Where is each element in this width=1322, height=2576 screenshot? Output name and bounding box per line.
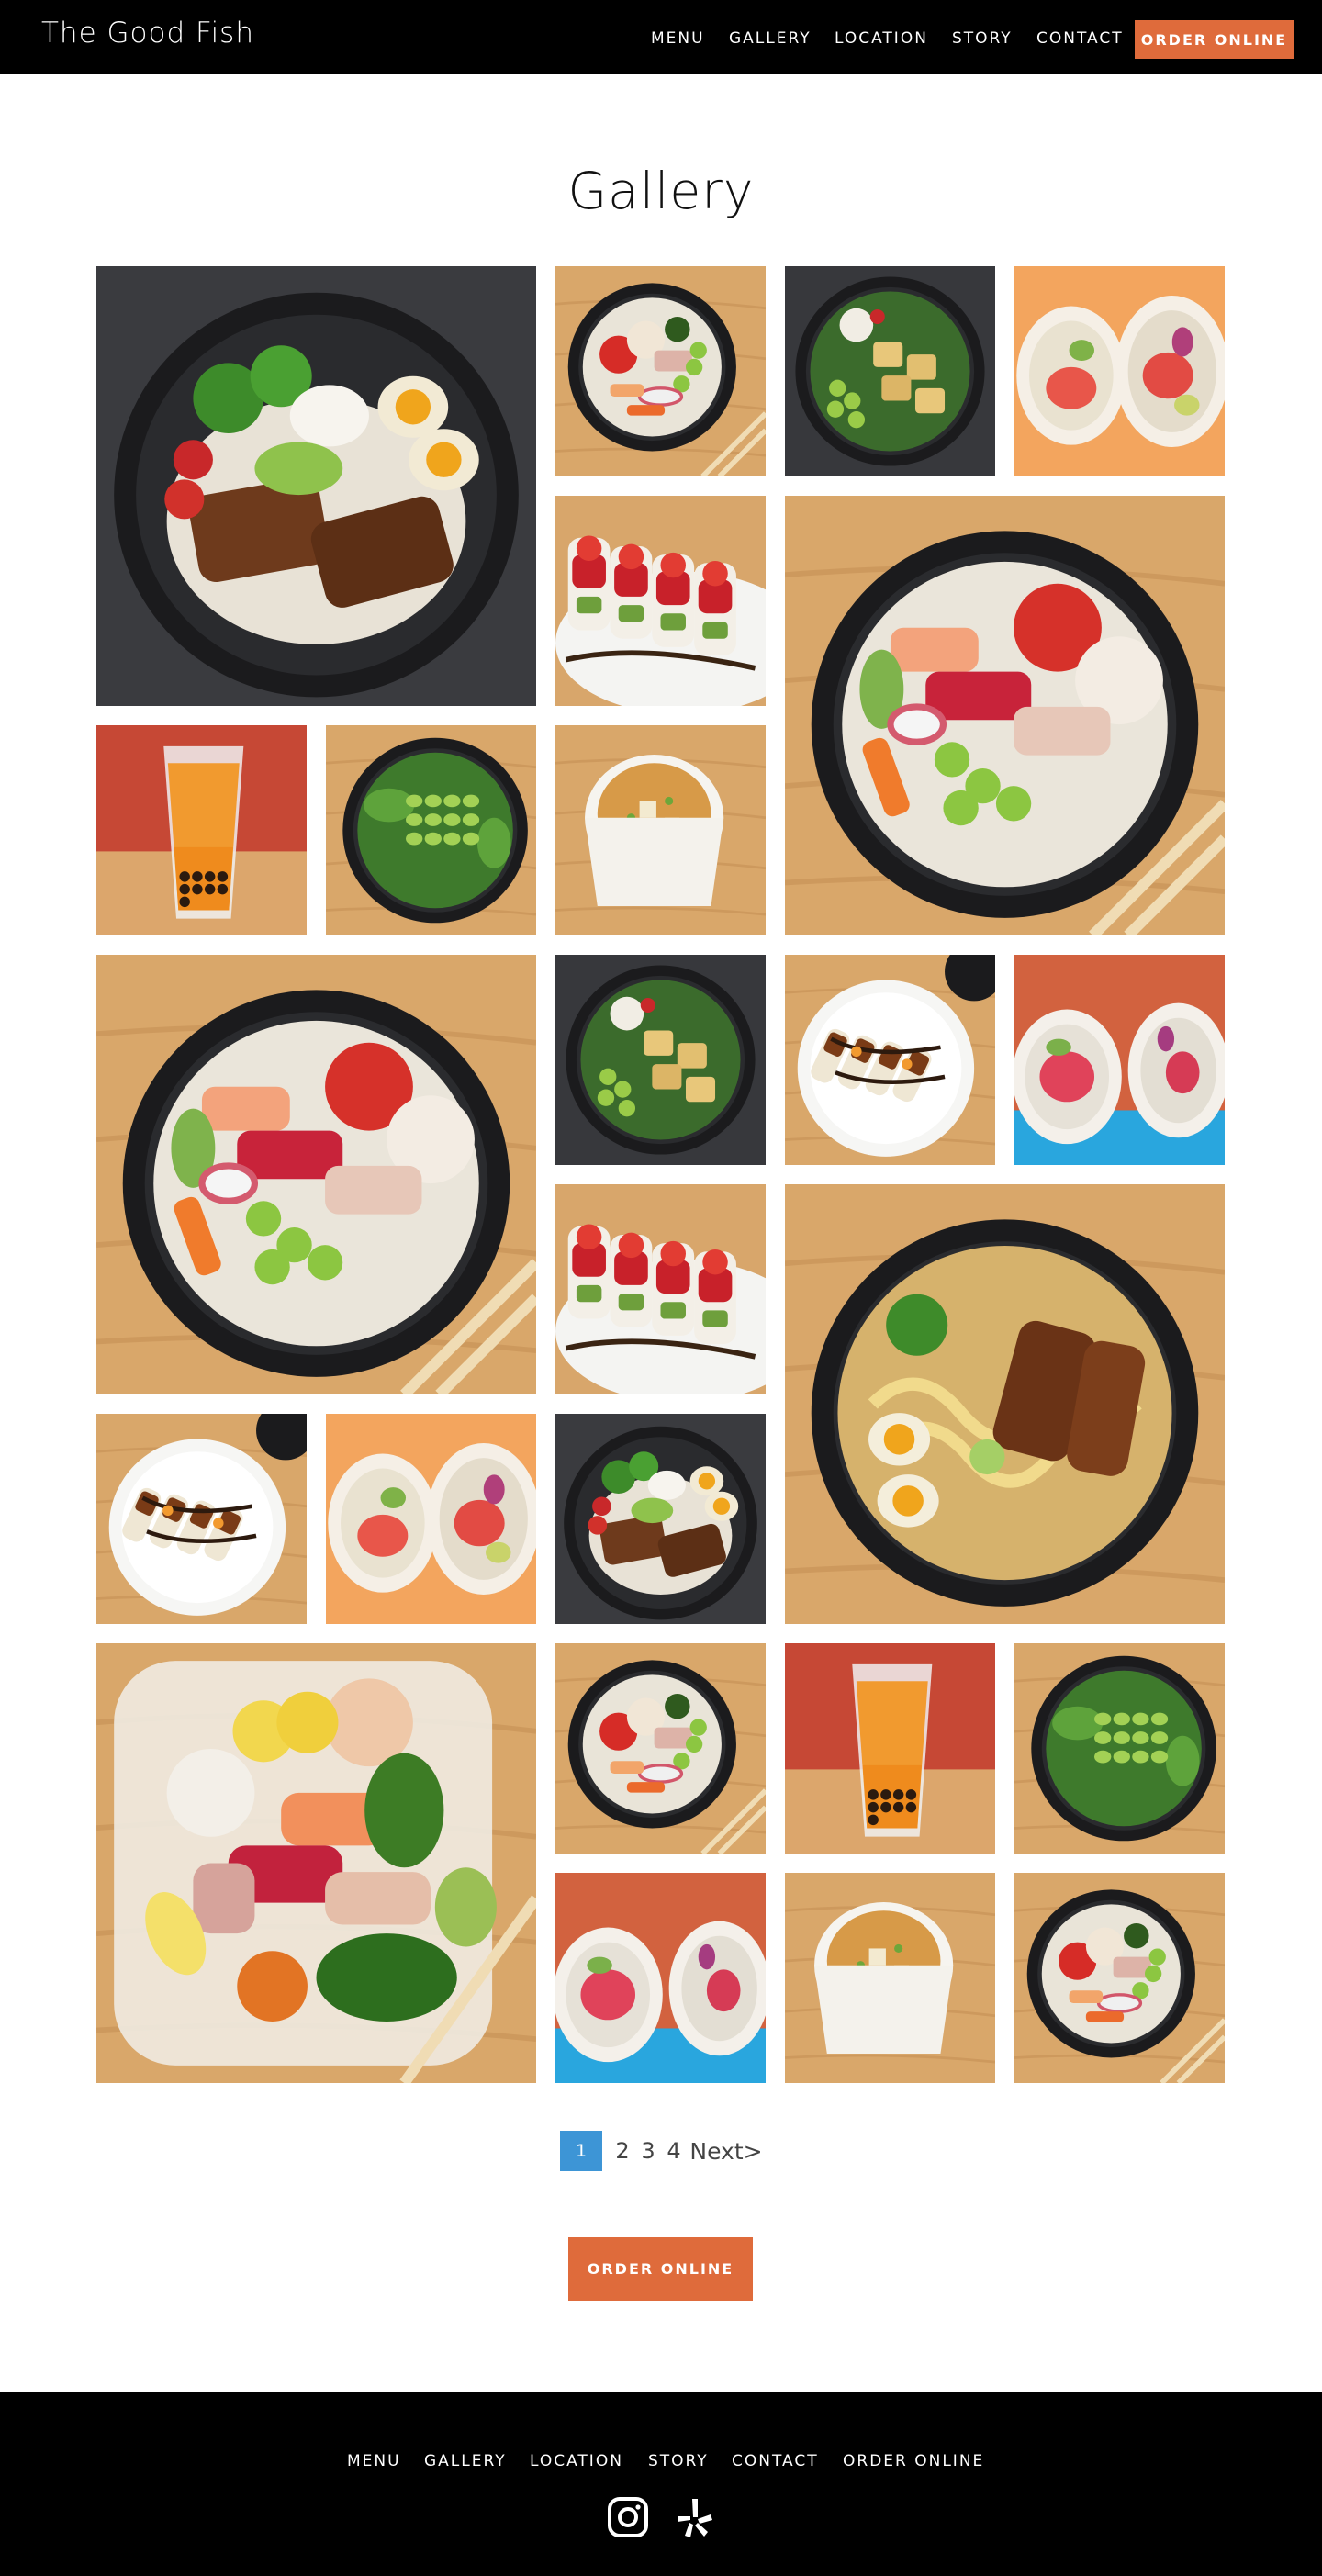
page-3-link[interactable]: 3 bbox=[639, 2131, 657, 2171]
photo-gallery bbox=[0, 0, 1322, 2111]
gallery-photo-sushi-burrito-blue[interactable] bbox=[1014, 955, 1225, 1165]
gallery-photo-ramen-bowl[interactable] bbox=[785, 1184, 1225, 1624]
yelp-icon[interactable] bbox=[673, 2495, 717, 2539]
gallery-photo-poke-bowl[interactable] bbox=[555, 266, 766, 476]
footer-link-order-online[interactable]: ORDER ONLINE bbox=[843, 2452, 984, 2470]
gallery-photo-tofu-bowl[interactable] bbox=[555, 955, 766, 1165]
page-2-link[interactable]: 2 bbox=[613, 2131, 632, 2171]
page-4-link[interactable]: 4 bbox=[665, 2131, 683, 2171]
footer-link-contact[interactable]: CONTACT bbox=[732, 2452, 819, 2470]
gallery-photo-sushi-burrito-blue[interactable] bbox=[555, 1873, 766, 2083]
gallery-photo-poke-bowl-large[interactable] bbox=[785, 496, 1225, 935]
gallery-photo-miso-soup[interactable] bbox=[785, 1873, 995, 2083]
footer-link-menu[interactable]: MENU bbox=[347, 2452, 401, 2470]
next-page-link[interactable]: Next> bbox=[689, 2131, 762, 2171]
footer-link-gallery[interactable]: GALLERY bbox=[424, 2452, 507, 2470]
footer-link-location[interactable]: LOCATION bbox=[530, 2452, 623, 2470]
gallery-photo-poke-bowl[interactable] bbox=[555, 1643, 766, 1854]
gallery-photo-edamame-salad[interactable] bbox=[1014, 1643, 1225, 1854]
gallery-photo-sushi-burrito[interactable] bbox=[326, 1414, 536, 1624]
site-footer bbox=[0, 2392, 1322, 2576]
order-online-button[interactable]: ORDER ONLINE bbox=[568, 2237, 753, 2301]
gallery-photo-tofu-bowl[interactable] bbox=[785, 266, 995, 476]
gallery-photo-sashimi-platter[interactable] bbox=[96, 1643, 536, 2083]
gallery-photo-sushi-roll[interactable] bbox=[555, 496, 766, 706]
gallery-photo-eel-roll-plate[interactable] bbox=[96, 1414, 307, 1624]
gallery-photo-edamame-salad[interactable] bbox=[326, 725, 536, 935]
gallery-photo-sushi-roll[interactable] bbox=[555, 1184, 766, 1394]
gallery-photo-miso-soup[interactable] bbox=[555, 725, 766, 935]
gallery-photo-pork-rice-bowl[interactable] bbox=[555, 1414, 766, 1624]
gallery-photo-thai-tea[interactable] bbox=[96, 725, 307, 935]
page-1-link[interactable]: 1 bbox=[560, 2131, 602, 2171]
gallery-photo-sushi-burrito[interactable] bbox=[1014, 266, 1225, 476]
gallery-photo-poke-bowl-large[interactable] bbox=[96, 955, 536, 1394]
gallery-photo-eel-roll-plate[interactable] bbox=[785, 955, 995, 1165]
footer-link-story[interactable]: STORY bbox=[648, 2452, 709, 2470]
instagram-icon[interactable] bbox=[606, 2495, 650, 2539]
gallery-photo-poke-bowl[interactable] bbox=[1014, 1873, 1225, 2083]
gallery-photo-pork-rice-bowl[interactable] bbox=[96, 266, 536, 706]
gallery-photo-thai-tea[interactable] bbox=[785, 1643, 995, 1854]
